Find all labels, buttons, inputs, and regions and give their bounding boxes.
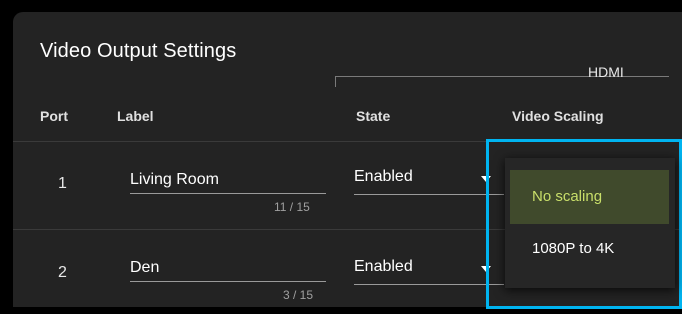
- column-header-video-scaling: Video Scaling: [512, 108, 604, 124]
- row-2-label-input[interactable]: Den: [130, 259, 159, 277]
- menu-item-no-scaling[interactable]: No scaling: [510, 170, 669, 224]
- page-title: Video Output Settings: [40, 40, 237, 62]
- row-1-label-counter: 11 / 15: [274, 200, 310, 214]
- row-2-label-underline: [130, 281, 326, 282]
- row-2-port: 2: [58, 264, 67, 281]
- row-2-state-value: Enabled: [354, 258, 413, 275]
- row-1-state-value: Enabled: [354, 168, 413, 185]
- hdmi-group-label: HDMI: [588, 64, 624, 80]
- column-header-label: Label: [117, 108, 154, 124]
- row-2-label-counter: 3 / 15: [283, 288, 314, 302]
- row-1-label-underline: [130, 193, 326, 194]
- video-scaling-dropdown-menu: No scaling 1080P to 4K: [505, 158, 675, 288]
- row-2-state-select[interactable]: Enabled: [354, 258, 504, 286]
- row-2-state-underline: [354, 284, 504, 285]
- menu-item-1080p-to-4k[interactable]: 1080P to 4K: [510, 222, 669, 276]
- row-1-port: 1: [58, 175, 67, 192]
- column-header-port: Port: [40, 108, 68, 124]
- column-header-state: State: [356, 108, 391, 124]
- row-1-state-select[interactable]: Enabled: [354, 168, 504, 196]
- row-1-label-input[interactable]: Living Room: [130, 171, 219, 189]
- hdmi-group-tick: [335, 77, 336, 87]
- row-1-state-underline: [354, 194, 504, 195]
